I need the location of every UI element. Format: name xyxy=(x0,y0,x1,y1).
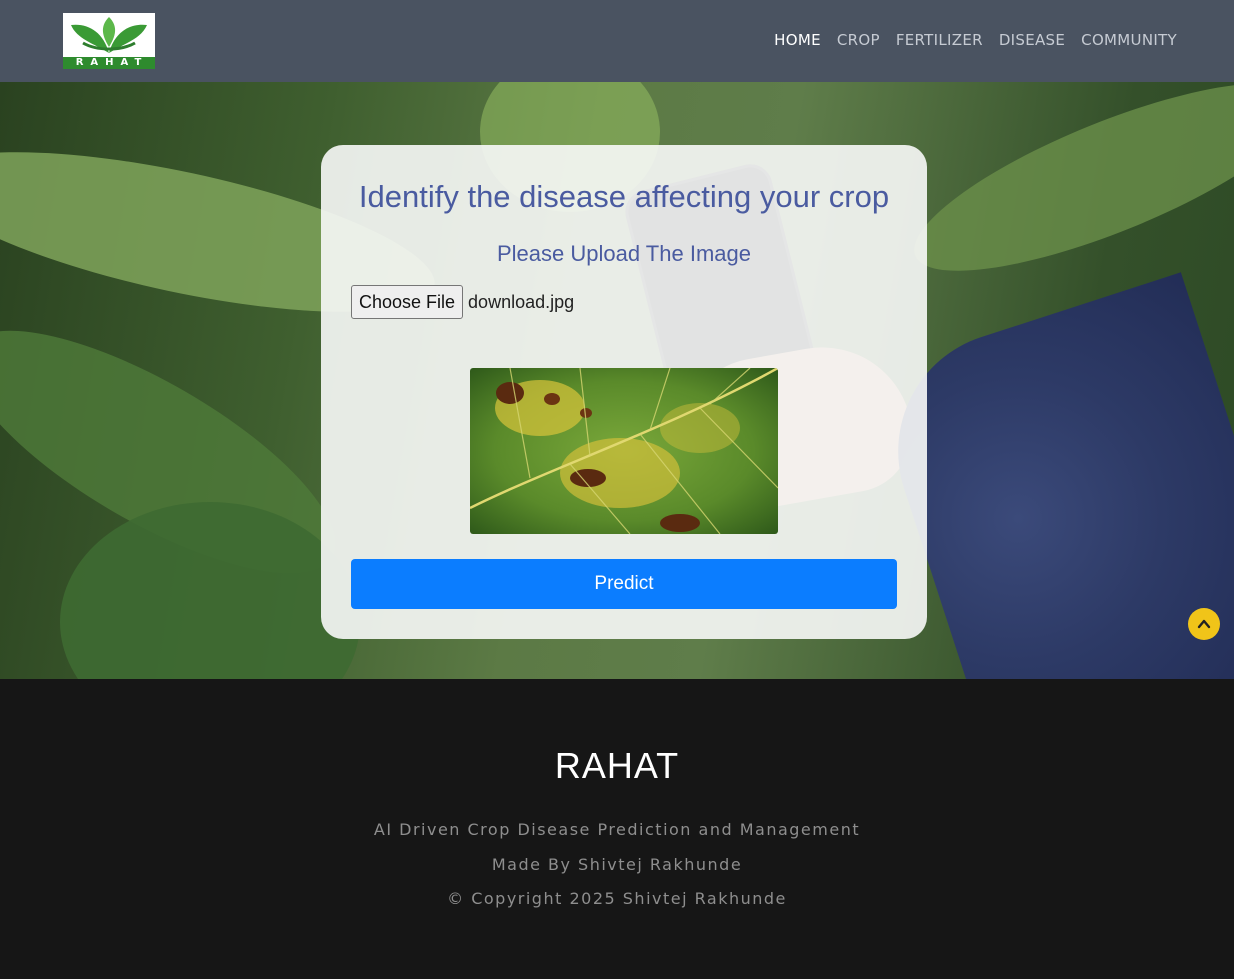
uploaded-leaf-preview xyxy=(470,368,778,534)
rahat-logo[interactable]: RAHAT xyxy=(63,13,155,69)
nav-disease[interactable]: DISEASE xyxy=(999,31,1065,49)
nav-fertilizer[interactable]: FERTILIZER xyxy=(896,31,983,49)
main-nav: HOME CROP FERTILIZER DISEASE COMMUNITY xyxy=(774,31,1177,49)
choose-file-button[interactable]: Choose File xyxy=(351,285,464,319)
leaf-shape xyxy=(894,82,1234,307)
nav-community[interactable]: COMMUNITY xyxy=(1081,31,1177,49)
top-navbar: RAHAT HOME CROP FERTILIZER DISEASE COMMU… xyxy=(0,0,1234,82)
upload-card: Identify the disease affecting your crop… xyxy=(321,145,927,639)
scroll-to-top-button[interactable] xyxy=(1188,608,1220,640)
selected-file-name: download.jpg xyxy=(468,291,575,312)
footer-brand: RAHAT xyxy=(554,745,680,786)
footer-copyright: © Copyright 2025 Shivtej Rakhunde xyxy=(447,889,787,908)
upload-subtitle: Please Upload The Image xyxy=(497,241,751,266)
nav-home[interactable]: HOME xyxy=(774,31,821,49)
file-input[interactable]: Choose File download.jpg xyxy=(351,285,574,319)
logo-text: RAHAT xyxy=(63,57,155,69)
diseased-leaf-image xyxy=(470,368,778,534)
footer-made-by: Made By Shivtej Rakhunde xyxy=(491,855,743,874)
chevron-up-icon xyxy=(1197,619,1211,629)
footer-tagline: AI Driven Crop Disease Prediction and Ma… xyxy=(373,820,861,839)
predict-button[interactable]: Predict xyxy=(351,559,897,609)
page-title: Identify the disease affecting your crop xyxy=(358,179,890,214)
footer: RAHAT AI Driven Crop Disease Prediction … xyxy=(0,679,1234,979)
nav-crop[interactable]: CROP xyxy=(837,31,880,49)
leaf-logo-icon xyxy=(71,17,147,53)
